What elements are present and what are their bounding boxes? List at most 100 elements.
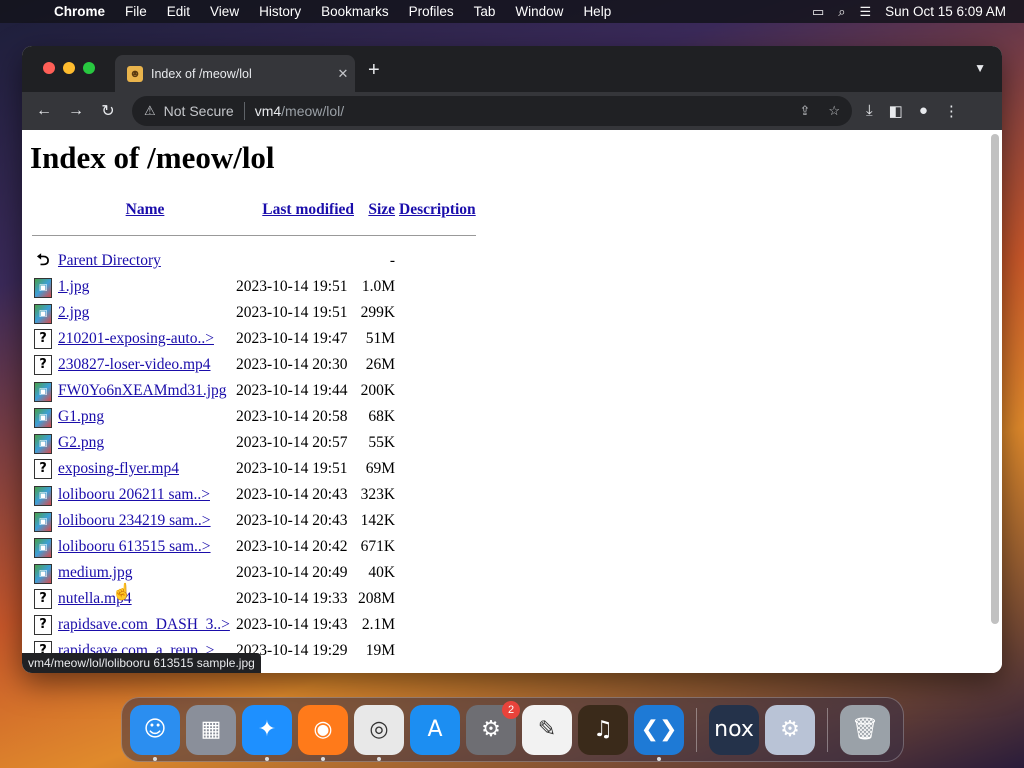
file-link[interactable]: lolibooru 206211 sam..> (58, 486, 210, 503)
header-icon-spacer (30, 198, 56, 222)
screen-mirroring-icon[interactable]: ▭ (812, 4, 824, 20)
not-secure-label[interactable]: Not Secure (164, 103, 234, 119)
file-link[interactable]: lolibooru 613515 sam..> (58, 538, 211, 555)
file-link[interactable]: G1.png (58, 408, 104, 425)
file-modified: 2023-10-14 19:51 (236, 304, 348, 321)
file-description (397, 560, 478, 586)
dock-divider (696, 707, 697, 752)
dock-app-glyph: ⚙ (780, 717, 800, 742)
back-icon[interactable]: ← (28, 102, 60, 120)
file-row: ? nutella.mp4 2023-10-14 19:33 208M (30, 586, 478, 612)
file-row: ? 230827-loser-video.mp4 2023-10-14 20:30 2… (30, 352, 478, 378)
menu-window[interactable]: Window (505, 4, 573, 19)
dock-app-utility-icon[interactable]: ⚙ (765, 704, 815, 755)
file-link[interactable]: 230827-loser-video.mp4 (58, 356, 211, 373)
tab-active[interactable]: ☻ Index of /meow/lol ✕ (115, 55, 355, 92)
warning-icon[interactable]: ⚠ (144, 103, 156, 119)
cat-favicon-icon: ☻ (127, 65, 143, 82)
file-row: ▣ G2.png 2023-10-14 20:57 55K (30, 430, 478, 456)
spotlight-search-icon[interactable]: ⌕ (838, 4, 845, 20)
minimize-window-button[interactable] (63, 62, 75, 74)
parent-size-cell: - (389, 252, 396, 269)
menu-clock[interactable]: Sun Oct 15 6:09 AM (885, 4, 1006, 19)
sort-by-size-link[interactable]: Size (368, 201, 395, 218)
file-name-cell: nutella.mp4 (56, 586, 234, 612)
file-size: 69M (365, 460, 396, 477)
file-link[interactable]: 1.jpg (58, 278, 89, 295)
new-tab-icon[interactable]: + (368, 59, 380, 82)
more-menu-icon[interactable]: ⋮ (944, 102, 959, 120)
header-divider-row (30, 222, 478, 248)
dock-app-trash-icon[interactable]: 🗑 (840, 704, 890, 755)
file-link[interactable]: lolibooru 234219 sam..> (58, 512, 211, 529)
file-name-cell: FW0Yo6nXEAMmd31.jpg (56, 378, 234, 404)
dock-app-chrome-icon[interactable]: ◎ (354, 704, 404, 761)
file-row: ▣ FW0Yo6nXEAMmd31.jpg 2023-10-14 19:44 200K (30, 378, 478, 404)
file-link[interactable]: FW0Yo6nXEAMmd31.jpg (58, 382, 227, 399)
header-divider (32, 234, 476, 236)
dock-app-app-store-icon[interactable]: A (410, 704, 460, 755)
close-tab-icon[interactable]: ✕ (331, 66, 355, 82)
file-size: 200K (360, 382, 396, 399)
file-icon-cell: ? (30, 586, 56, 612)
file-icon-cell: ▣ (30, 378, 56, 404)
file-link[interactable]: G2.png (58, 434, 104, 451)
dock-app-glyph: ◎ (369, 717, 389, 742)
dock-app-visual-studio-code-icon[interactable]: ❮❯ (634, 704, 684, 761)
menu-bar: Chrome File Edit View History Bookmarks … (0, 0, 1024, 23)
profile-icon[interactable]: ● (919, 102, 928, 120)
sort-by-name-link[interactable]: Name (126, 201, 165, 218)
file-description (397, 534, 478, 560)
zoom-window-button[interactable] (83, 62, 95, 74)
file-link[interactable]: rapidsave.com_DASH_3..> (58, 616, 230, 633)
file-name-cell: exposing-flyer.mp4 (56, 456, 234, 482)
dock-divider (827, 707, 828, 752)
dock-app-system-settings-icon[interactable]: ⚙ 2 (466, 700, 520, 755)
side-panel-icon[interactable]: ◧ (889, 102, 903, 120)
menu-edit[interactable]: Edit (157, 4, 200, 19)
file-modified: 2023-10-14 20:43 (236, 486, 348, 503)
control-center-icon[interactable]: ☰ (860, 4, 872, 20)
file-link[interactable]: 210201-exposing-auto..> (58, 330, 214, 347)
dock-app-textedit-icon[interactable]: ✎ (522, 704, 572, 755)
file-link[interactable]: exposing-flyer.mp4 (58, 460, 179, 477)
tab-search-chevron-icon[interactable]: ▼ (974, 61, 986, 75)
menu-file[interactable]: File (115, 4, 157, 19)
share-icon[interactable]: ⇪ (799, 103, 810, 119)
menu-history[interactable]: History (249, 4, 311, 19)
close-window-button[interactable] (43, 62, 55, 74)
forward-icon[interactable]: → (60, 102, 92, 120)
menu-tab[interactable]: Tab (464, 4, 506, 19)
listing-body: ⮌ Parent Directory - ▣ 1.jpg 2023-10-14 19… (30, 248, 478, 664)
unknown-file-icon: ? (34, 459, 52, 479)
bookmark-star-icon[interactable]: ☆ (828, 103, 840, 119)
file-size: 2.1M (361, 616, 396, 633)
back-arrow-icon: ⮌ (36, 250, 50, 269)
menu-bookmarks[interactable]: Bookmarks (311, 4, 399, 19)
file-modified: 2023-10-14 19:51 (236, 460, 348, 477)
menu-help[interactable]: Help (573, 4, 621, 19)
image-file-icon: ▣ (34, 407, 52, 428)
sort-by-description-link[interactable]: Description (399, 201, 476, 218)
address-bar[interactable]: ⚠ Not Secure vm4/meow/lol/ ⇪ ☆ (132, 96, 852, 126)
parent-directory-link[interactable]: Parent Directory (58, 252, 161, 269)
download-icon[interactable]: ⤓ (866, 102, 873, 120)
vertical-scrollbar[interactable] (991, 134, 999, 624)
reload-icon[interactable]: ↻ (92, 101, 124, 121)
dock-app-launchpad-icon[interactable]: ▦ (186, 704, 236, 755)
toolbar-tools: ⤓ ◧ ● ⋮ (866, 102, 959, 120)
file-link[interactable]: medium.jpg (58, 564, 132, 581)
dock-app-finder-icon[interactable]: ☺ (130, 704, 180, 761)
sort-by-modified-link[interactable]: Last modified (262, 201, 354, 218)
file-icon-cell: ▣ (30, 560, 56, 586)
dock-app-glyph: ◉ (313, 717, 333, 742)
file-link[interactable]: 2.jpg (58, 304, 89, 321)
menu-app-name[interactable]: Chrome (44, 4, 115, 19)
menu-profiles[interactable]: Profiles (399, 4, 464, 19)
unknown-file-icon: ? (34, 589, 52, 609)
dock-app-nox-icon[interactable]: nox (709, 704, 759, 755)
menu-view[interactable]: View (200, 4, 249, 19)
dock-app-garageband-icon[interactable]: ♫ (578, 704, 628, 755)
dock-app-safari-icon[interactable]: ✦ (242, 704, 292, 761)
dock-app-firefox-icon[interactable]: ◉ (298, 704, 348, 761)
